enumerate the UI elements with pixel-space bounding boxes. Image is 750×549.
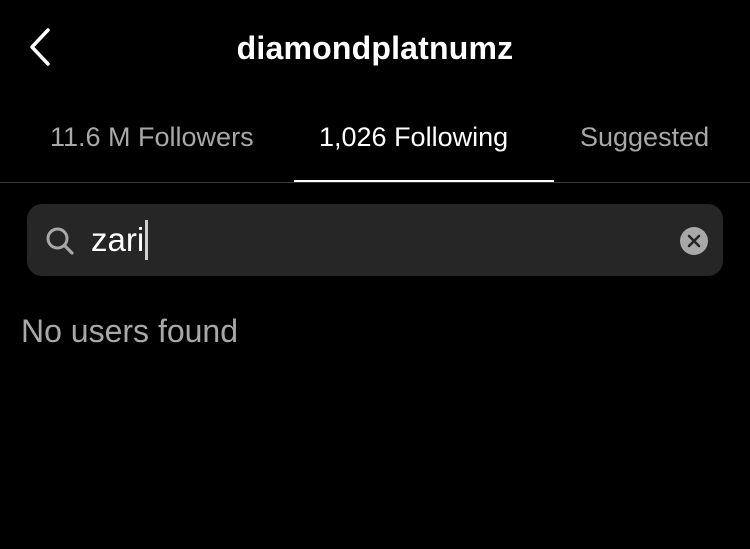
tab-followers[interactable]: 11.6 M Followers bbox=[50, 122, 254, 153]
tab-suggested[interactable]: Suggested bbox=[580, 122, 709, 153]
search-input[interactable]: zari bbox=[91, 218, 651, 262]
empty-results-message: No users found bbox=[21, 313, 239, 349]
search-input-value: zari bbox=[91, 221, 145, 258]
search-bar[interactable]: zari bbox=[27, 204, 723, 276]
header: diamondplatnumz bbox=[0, 0, 750, 100]
page-title: diamondplatnumz bbox=[236, 30, 514, 66]
clear-icon[interactable] bbox=[680, 227, 708, 255]
text-cursor bbox=[145, 220, 149, 260]
tab-bar: 11.6 M Followers 1,026 Following Suggest… bbox=[0, 100, 750, 183]
active-tab-indicator bbox=[294, 180, 554, 182]
search-icon bbox=[46, 227, 74, 255]
tab-following[interactable]: 1,026 Following bbox=[319, 122, 508, 153]
